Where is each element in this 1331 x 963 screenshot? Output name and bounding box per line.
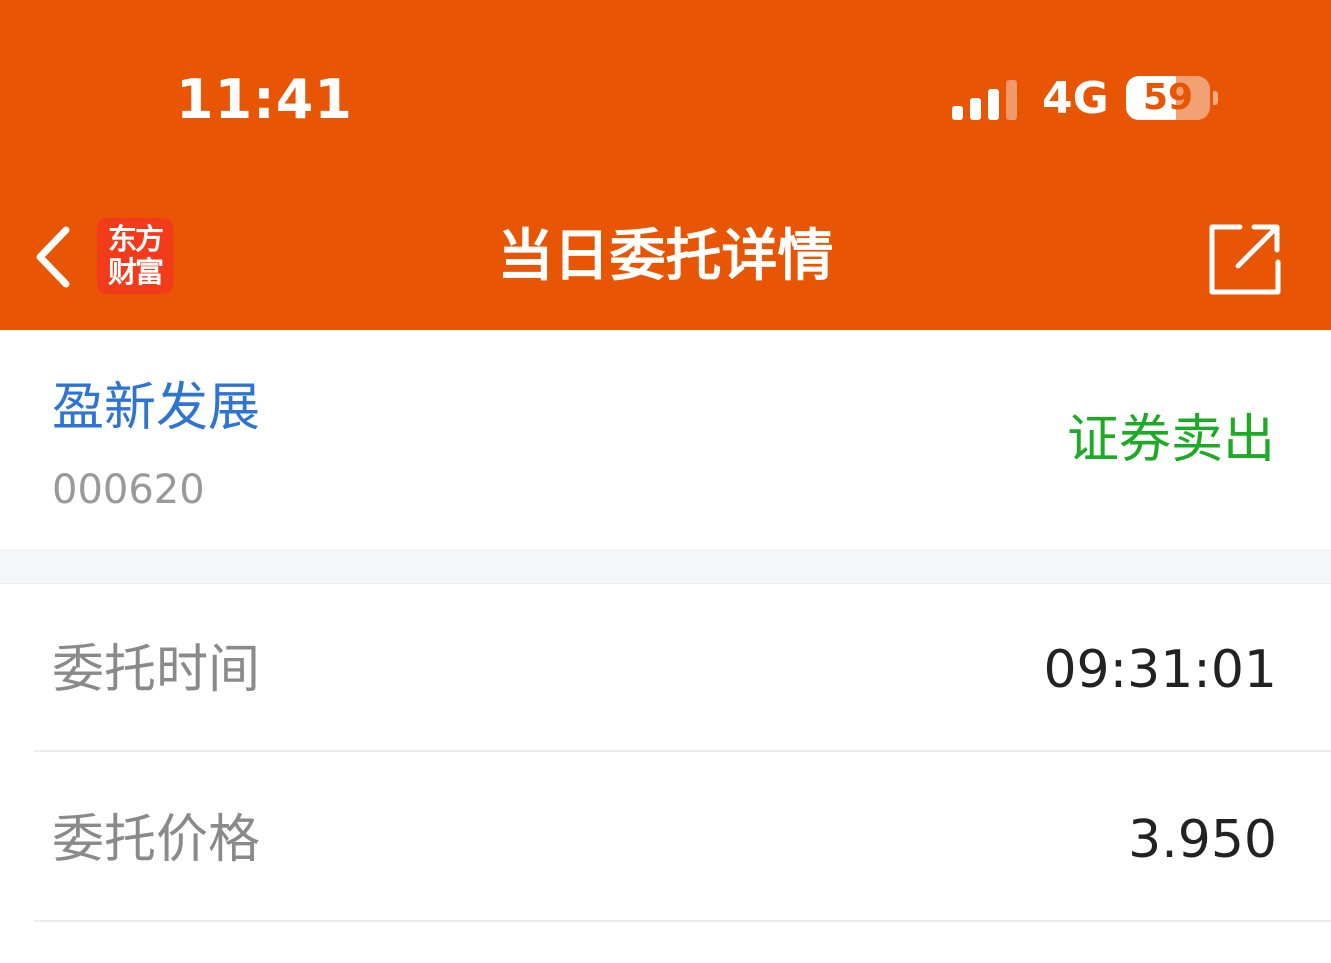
order-price-label: 委托价格 bbox=[52, 810, 261, 870]
network-type: 4G bbox=[1042, 73, 1109, 124]
trade-type-badge: 证券卖出 bbox=[1066, 410, 1275, 470]
status-time: 11:41 bbox=[176, 68, 353, 131]
order-price-value: 3.950 bbox=[1128, 810, 1277, 870]
page-title: 当日委托详情 bbox=[497, 224, 834, 289]
row-divider bbox=[34, 750, 1331, 752]
stock-summary: 盈新发展 000620 证券卖出 bbox=[0, 330, 1331, 550]
share-button[interactable] bbox=[1204, 220, 1284, 298]
section-divider bbox=[0, 550, 1331, 584]
row-divider bbox=[34, 920, 1331, 922]
battery-tip bbox=[1213, 91, 1218, 105]
stock-code: 000620 bbox=[52, 467, 205, 513]
share-external-icon bbox=[1209, 224, 1281, 295]
app-header: 11:41 4G 59 东方 财富 当日委托详情 bbox=[0, 0, 1331, 330]
battery-icon: 59 bbox=[1126, 76, 1210, 120]
detail-row-order-time: 委托时间 09:31:01 bbox=[0, 584, 1331, 752]
stock-name[interactable]: 盈新发展 bbox=[52, 378, 260, 438]
order-time-value: 09:31:01 bbox=[1043, 640, 1277, 700]
detail-row-order-price: 委托价格 3.950 bbox=[0, 754, 1331, 922]
battery-level: 59 bbox=[1142, 77, 1194, 118]
order-time-label: 委托时间 bbox=[52, 640, 261, 700]
signal-strength-icon bbox=[952, 78, 1022, 120]
